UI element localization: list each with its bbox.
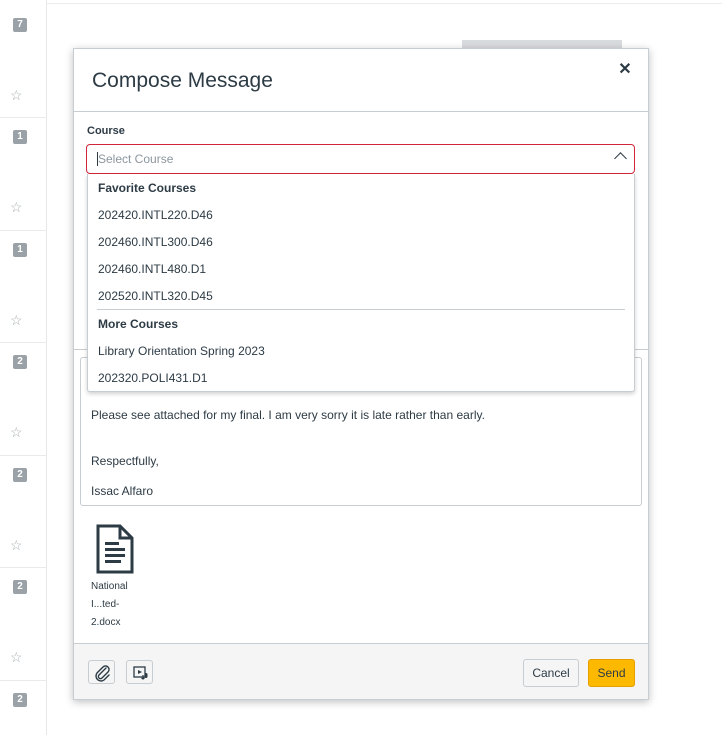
list-item[interactable]: 1 ☆ bbox=[0, 230, 47, 343]
record-media-button[interactable] bbox=[126, 660, 153, 684]
course-placeholder: Select Course bbox=[98, 152, 174, 166]
close-icon[interactable]: ✕ bbox=[616, 61, 634, 79]
message-line: Respectfully, bbox=[91, 454, 159, 468]
count-badge: 1 bbox=[13, 243, 27, 257]
message-line: Issac Alfaro bbox=[91, 484, 154, 498]
send-button[interactable]: Send bbox=[588, 659, 635, 687]
paperclip-icon bbox=[95, 665, 110, 682]
list-item[interactable]: 2 ☆ bbox=[0, 343, 47, 456]
count-badge: 7 bbox=[13, 18, 27, 32]
count-badge: 2 bbox=[13, 468, 27, 482]
list-item[interactable]: 2 bbox=[0, 680, 47, 735]
dialog-footer: Cancel Send bbox=[74, 643, 648, 699]
cancel-button[interactable]: Cancel bbox=[523, 659, 579, 687]
course-option[interactable]: 202520.INTL320.D45 bbox=[98, 289, 213, 303]
attachment-name: National I...ted- 2.docx bbox=[91, 578, 151, 632]
divider bbox=[97, 309, 625, 310]
document-icon bbox=[96, 524, 134, 574]
list-item[interactable]: 1 ☆ bbox=[0, 118, 47, 231]
course-dropdown-menu: Favorite Courses 202420.INTL220.D46 2024… bbox=[87, 174, 635, 392]
divider bbox=[47, 3, 722, 4]
attachment-name-line: I...ted- bbox=[91, 599, 120, 610]
message-line: Please see attached for my final. I am v… bbox=[91, 408, 485, 422]
count-badge: 2 bbox=[13, 580, 27, 594]
course-option[interactable]: 202420.INTL220.D46 bbox=[98, 208, 213, 222]
group-label-more-courses: More Courses bbox=[98, 317, 179, 331]
dialog-title: Compose Message bbox=[92, 69, 273, 92]
course-option[interactable]: 202460.INTL480.D1 bbox=[98, 262, 206, 276]
count-badge: 2 bbox=[13, 693, 27, 707]
course-option[interactable]: 202460.INTL300.D46 bbox=[98, 235, 213, 249]
star-icon[interactable]: ☆ bbox=[10, 88, 23, 102]
star-icon[interactable]: ☆ bbox=[10, 650, 23, 664]
count-badge: 1 bbox=[13, 130, 27, 144]
count-badge: 2 bbox=[13, 355, 27, 369]
course-select-input[interactable]: Select Course bbox=[86, 144, 635, 174]
attachment-name-line: 2.docx bbox=[91, 617, 121, 628]
course-option[interactable]: Library Orientation Spring 2023 bbox=[98, 344, 265, 358]
course-option[interactable]: 202320.POLI431.D1 bbox=[98, 371, 207, 385]
attach-file-button[interactable] bbox=[88, 660, 115, 684]
list-item[interactable]: 2 ☆ bbox=[0, 455, 47, 568]
star-icon[interactable]: ☆ bbox=[10, 313, 23, 327]
group-label-favorite-courses: Favorite Courses bbox=[98, 181, 197, 195]
compose-message-dialog: Compose Message ✕ Course Select Course P… bbox=[73, 48, 649, 700]
media-record-icon bbox=[133, 666, 148, 680]
course-label: Course bbox=[87, 125, 125, 137]
attachment-name-line: National bbox=[91, 581, 128, 592]
star-icon[interactable]: ☆ bbox=[10, 425, 23, 439]
chevron-up-icon[interactable] bbox=[614, 152, 627, 165]
dialog-header: Compose Message ✕ bbox=[74, 49, 648, 112]
list-item[interactable]: 2 ☆ bbox=[0, 568, 47, 681]
star-icon[interactable]: ☆ bbox=[10, 200, 23, 214]
star-icon[interactable]: ☆ bbox=[10, 538, 23, 552]
list-item[interactable]: 7 ☆ bbox=[0, 5, 47, 118]
